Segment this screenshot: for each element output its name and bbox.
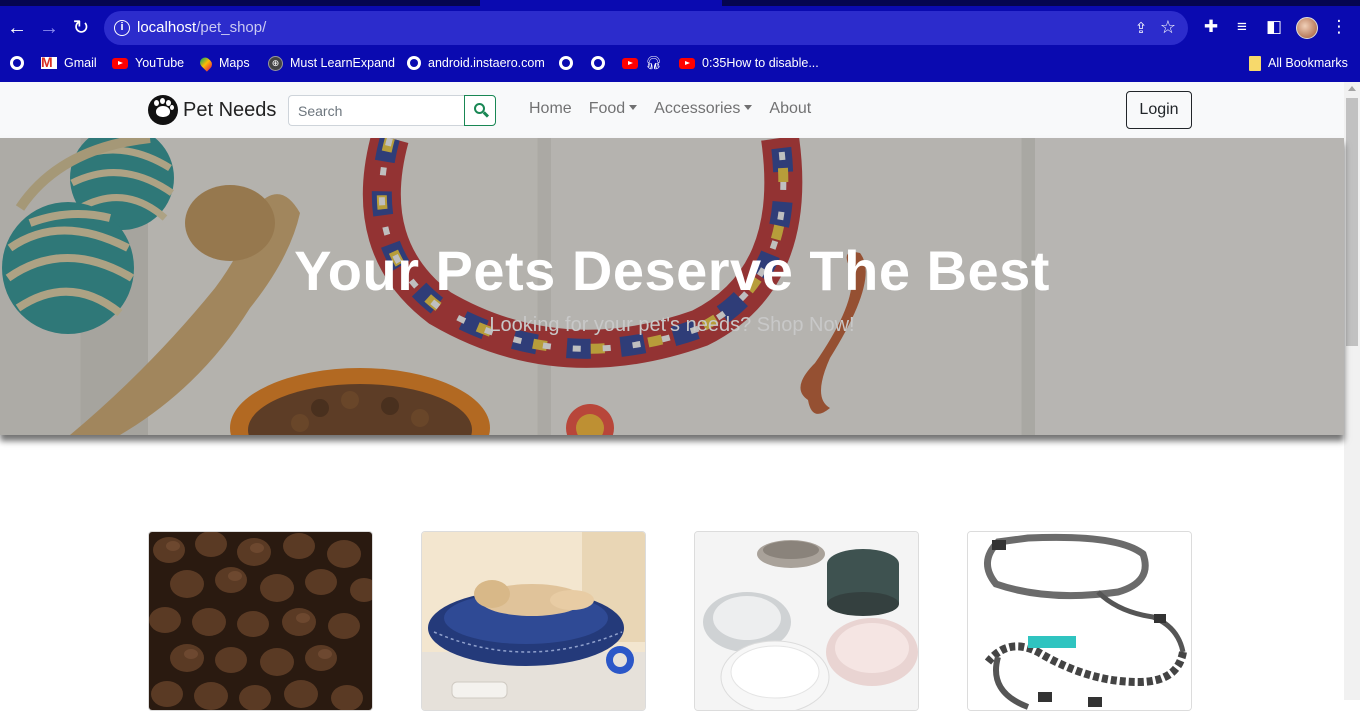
globe-icon — [407, 56, 421, 70]
tab-strip — [0, 0, 1360, 6]
search-button[interactable] — [464, 95, 496, 126]
reload-icon[interactable]: ↻ — [69, 16, 93, 40]
bookmark-item[interactable]: Gmail — [41, 52, 97, 74]
globe-icon — [559, 56, 573, 70]
gmail-icon — [41, 54, 57, 70]
caret-down-icon — [744, 105, 753, 110]
profile-avatar[interactable] — [1296, 17, 1318, 39]
tab[interactable] — [0, 0, 480, 6]
site-icon: ⊕ — [268, 55, 283, 71]
nav-about[interactable]: About — [769, 100, 811, 118]
extensions-puzzle-icon[interactable]: ✚ — [1200, 16, 1222, 38]
bookmark-item[interactable]: YouTube — [112, 52, 184, 74]
youtube-icon — [679, 57, 695, 69]
product-card[interactable] — [148, 531, 373, 711]
paw-logo-icon — [148, 95, 178, 125]
bookmark-star-icon[interactable]: ☆ — [1158, 17, 1178, 37]
browser-chrome: ← → ↻ i localhost/pet_shop/ ⇪ ☆ ✚ ≡ ◧ ⋮ … — [0, 0, 1360, 82]
tab[interactable] — [722, 0, 1360, 6]
main-menu: Home Food Accessories About — [529, 100, 811, 118]
back-arrow-icon[interactable]: ← — [5, 16, 29, 40]
bookmark-label: Gmail — [64, 56, 97, 70]
product-image-kibble — [149, 532, 372, 710]
hero-title: Your Pets Deserve The Best — [294, 239, 1050, 302]
bookmark-label: Must LearnExpand — [290, 56, 395, 70]
bookmark-item[interactable]: 🎧︎ — [622, 52, 662, 74]
address-bar[interactable]: i localhost/pet_shop/ ⇪ ☆ — [104, 11, 1188, 45]
url-path: /pet_shop/ — [196, 19, 267, 36]
login-button[interactable]: Login — [1126, 91, 1192, 129]
youtube-icon — [622, 57, 638, 69]
maps-icon — [197, 54, 215, 72]
bookmark-item[interactable] — [591, 52, 605, 74]
youtube-icon — [112, 57, 128, 69]
nav-food-dropdown[interactable]: Food — [588, 100, 638, 118]
share-icon[interactable]: ⇪ — [1132, 19, 1150, 37]
scrollbar-thumb[interactable] — [1346, 98, 1358, 346]
bookmark-label: All Bookmarks — [1268, 56, 1348, 70]
bookmark-label: YouTube — [135, 56, 185, 70]
globe-icon — [591, 56, 605, 70]
bookmark-item[interactable]: android.instaero.com — [407, 52, 545, 74]
nav-accessories-dropdown[interactable]: Accessories — [654, 100, 753, 118]
search-input[interactable] — [288, 95, 465, 126]
folder-icon — [1249, 55, 1261, 71]
site-info-icon[interactable]: i — [114, 20, 130, 36]
bookmark-label: 0:35How to disable... — [702, 56, 819, 70]
bookmark-label: Maps — [219, 56, 250, 70]
brand-name: Pet Needs — [183, 98, 277, 121]
caret-down-icon — [629, 105, 638, 110]
toolbar: ← → ↻ i localhost/pet_shop/ ⇪ ☆ ✚ ≡ ◧ ⋮ — [0, 10, 1360, 46]
product-image-bowls — [695, 532, 918, 710]
bookmark-item[interactable]: 0:35How to disable... — [679, 52, 819, 74]
product-card[interactable] — [967, 531, 1192, 711]
bookmark-label: android.instaero.com — [428, 56, 545, 70]
bookmark-item[interactable] — [559, 52, 573, 74]
bookmark-item[interactable]: ⊕ Must LearnExpand — [268, 52, 395, 74]
more-menu-icon[interactable]: ⋮ — [1328, 16, 1350, 38]
scroll-up-icon[interactable] — [1348, 86, 1356, 91]
page-scrollbar[interactable] — [1344, 82, 1360, 700]
product-image-leash — [968, 532, 1191, 710]
nav-accessories-label: Accessories — [654, 100, 741, 117]
nav-food-label: Food — [588, 100, 626, 117]
hero-subtitle: Looking for your pet's needs? Shop Now! — [489, 314, 855, 336]
all-bookmarks[interactable]: All Bookmarks — [1249, 52, 1348, 74]
brand-link[interactable]: Pet Needs — [148, 95, 276, 125]
media-playlist-icon[interactable]: ≡ — [1231, 16, 1253, 38]
site-navbar: Pet Needs Home Food Accessories About Lo… — [0, 82, 1344, 138]
bookmark-item[interactable]: Maps — [197, 52, 250, 74]
product-card[interactable] — [694, 531, 919, 711]
hero-banner: Your Pets Deserve The Best Looking for y… — [0, 138, 1344, 435]
forward-arrow-icon[interactable]: → — [37, 16, 61, 40]
bookmark-item[interactable] — [10, 52, 24, 74]
product-card[interactable] — [421, 531, 646, 711]
url-host: localhost — [137, 19, 197, 36]
globe-icon — [10, 56, 24, 70]
url-text[interactable]: localhost/pet_shop/ — [137, 19, 266, 36]
side-panel-icon[interactable]: ◧ — [1263, 16, 1285, 38]
headphones-icon: 🎧︎ — [645, 55, 662, 70]
bookmarks-bar: Gmail YouTube Maps ⊕ Must LearnExpand and… — [0, 52, 1360, 74]
product-image-dog-bed — [422, 532, 645, 710]
nav-home[interactable]: Home — [529, 100, 572, 118]
